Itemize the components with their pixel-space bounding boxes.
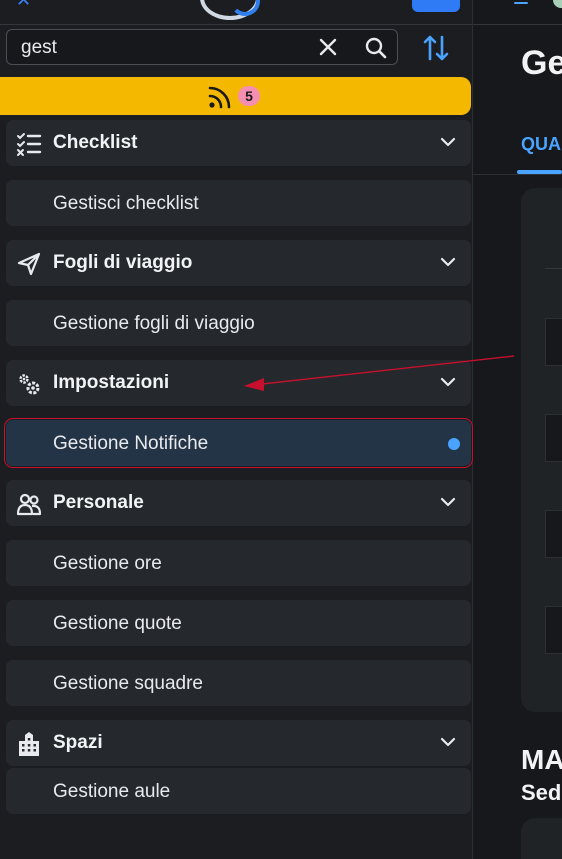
main-top-bar: [473, 0, 562, 25]
group-personale[interactable]: Personale: [6, 480, 471, 526]
gears-icon: [19, 374, 40, 395]
card-field[interactable]: [545, 510, 562, 558]
group-label: Checklist: [53, 132, 138, 153]
search-icon[interactable]: [364, 36, 388, 60]
expand-button[interactable]: [412, 0, 460, 12]
list-icon[interactable]: [507, 0, 529, 6]
group-label: Impostazioni: [53, 372, 170, 393]
content-card: [521, 188, 562, 712]
main-content: Ge QUA MA Sed: [473, 0, 562, 859]
tab-active[interactable]: QUA: [521, 134, 561, 155]
card-field[interactable]: [545, 606, 562, 654]
checklist-icon: [17, 133, 42, 156]
group-checklist[interactable]: Checklist: [6, 120, 471, 166]
chevron-down-icon[interactable]: [440, 496, 456, 508]
menu-item-gestione-squadre[interactable]: Gestione squadre: [6, 660, 471, 706]
sort-icon[interactable]: [421, 33, 451, 63]
page-title: Ge: [521, 44, 562, 82]
menu-item-label: Gestione squadre: [53, 673, 203, 694]
menu-item-label: Gestione Notifiche: [53, 433, 209, 454]
sidebar: ✕ 5 Checklist Gestisci checkl: [0, 0, 473, 859]
group-spazi[interactable]: Spazi: [6, 720, 471, 766]
group-label: Fogli di viaggio: [53, 252, 193, 273]
group-label: Personale: [53, 492, 144, 513]
paper-plane-icon: [17, 252, 41, 276]
building-icon: [19, 732, 39, 756]
chevron-down-icon[interactable]: [440, 376, 456, 388]
menu-item-gestione-fogli-di-viaggio[interactable]: Gestione fogli di viaggio: [6, 300, 471, 346]
menu-item-gestione-aule[interactable]: Gestione aule: [6, 768, 471, 814]
rss-icon[interactable]: [207, 84, 233, 110]
menu-item-label: Gestisci checklist: [53, 193, 199, 214]
chevron-down-icon[interactable]: [440, 256, 456, 268]
card-field[interactable]: [545, 318, 562, 366]
card-field[interactable]: [545, 414, 562, 462]
search-input[interactable]: [19, 30, 313, 66]
pin-icon[interactable]: ✕: [16, 0, 31, 11]
menu-item-gestione-ore[interactable]: Gestione ore: [6, 540, 471, 586]
tabs-divider: [473, 174, 562, 175]
menu-item-label: Gestione aule: [53, 781, 171, 802]
avatar[interactable]: [553, 0, 562, 8]
close-icon[interactable]: [317, 36, 339, 58]
group-label: Spazi: [53, 732, 103, 753]
menu-item-label: Gestione quote: [53, 613, 182, 634]
menu-item-label: Gestione ore: [53, 553, 162, 574]
menu-item-gestisci-checklist[interactable]: Gestisci checklist: [6, 180, 471, 226]
search-box: [6, 29, 398, 66]
group-fogli-di-viaggio[interactable]: Fogli di viaggio: [6, 240, 471, 286]
menu-item-gestione-notifiche[interactable]: Gestione Notifiche: [4, 418, 473, 468]
notifications-bar[interactable]: [0, 77, 471, 115]
chevron-down-icon[interactable]: [440, 736, 456, 748]
section-title: MA: [521, 744, 562, 775]
notification-count-badge: 5: [238, 86, 260, 106]
sidebar-top-strip: ✕: [0, 0, 472, 25]
app-logo: [200, 0, 260, 20]
people-icon: [16, 493, 42, 516]
chevron-down-icon[interactable]: [440, 136, 456, 148]
selected-indicator-dot: [448, 438, 460, 450]
card-divider: [545, 268, 562, 269]
menu-item-label: Gestione fogli di viaggio: [53, 313, 255, 334]
section-subtitle: Sed: [521, 780, 562, 805]
content-card: [521, 818, 562, 859]
group-impostazioni[interactable]: Impostazioni: [6, 360, 471, 406]
menu-item-gestione-quote[interactable]: Gestione quote: [6, 600, 471, 646]
